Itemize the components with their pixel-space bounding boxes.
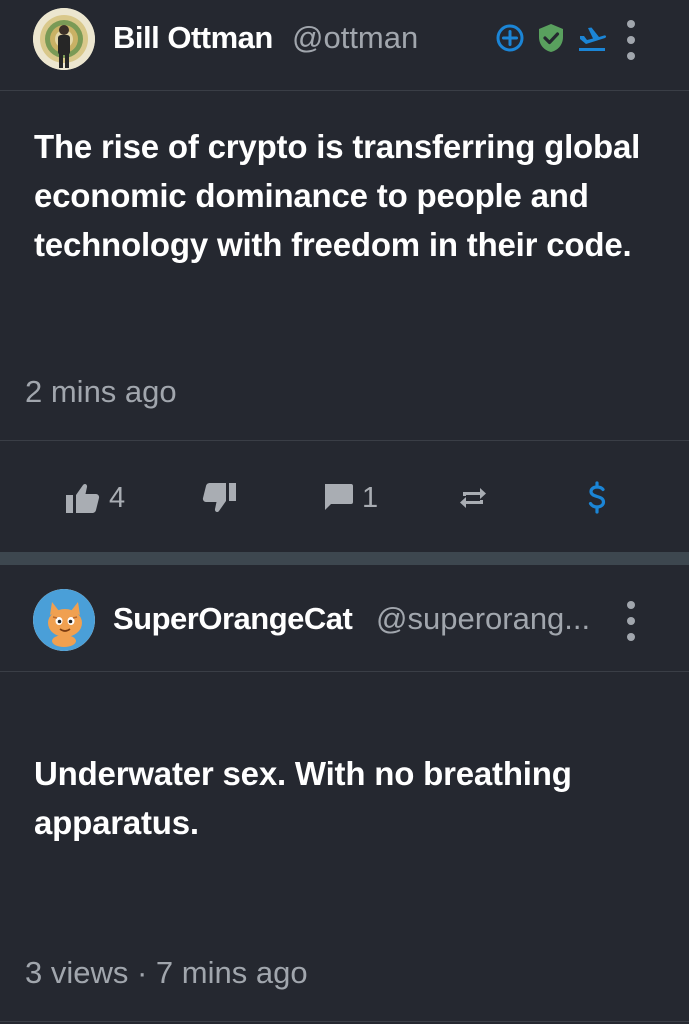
thumbs-up-icon — [66, 483, 100, 513]
comments-button[interactable]: 1 — [322, 481, 378, 515]
post-text[interactable]: Underwater sex. With no breathing appara… — [34, 749, 674, 847]
post-card: SuperOrangeCat @superorang... Underwater… — [0, 565, 689, 1024]
avatar-image — [33, 589, 95, 651]
remind-button[interactable] — [458, 481, 488, 515]
post-meta[interactable]: 3 views · 7 mins ago — [25, 955, 308, 991]
avatar-image — [33, 8, 95, 70]
post-timestamp[interactable]: 2 mins ago — [25, 374, 177, 410]
avatar[interactable] — [33, 589, 95, 651]
plus-circle-icon[interactable] — [494, 22, 526, 54]
post-header: SuperOrangeCat @superorang... — [0, 565, 689, 655]
verified-shield-icon[interactable] — [535, 22, 567, 54]
author-handle[interactable]: @ottman — [292, 20, 418, 56]
more-options-icon[interactable] — [620, 20, 642, 60]
post-separator — [0, 552, 689, 565]
repost-icon — [460, 488, 486, 508]
post-header: Bill Ottman @ottman — [0, 0, 689, 90]
thumbs-down-icon — [202, 483, 236, 513]
divider — [0, 1021, 689, 1022]
post-text[interactable]: The rise of crypto is transferring globa… — [34, 122, 674, 269]
author-name[interactable]: SuperOrangeCat — [113, 601, 353, 637]
more-options-icon[interactable] — [620, 601, 642, 641]
avatar[interactable] — [33, 8, 95, 70]
boost-plane-icon[interactable] — [576, 22, 608, 54]
dollar-icon — [588, 481, 606, 514]
post-card: Bill Ottman @ottman The rise of crypto i… — [0, 0, 689, 552]
author-name[interactable]: Bill Ottman — [113, 20, 273, 56]
action-bar: 4 1 — [0, 441, 689, 551]
upvote-button[interactable]: 4 — [65, 481, 125, 515]
divider — [0, 671, 689, 672]
upvote-count: 4 — [109, 481, 126, 514]
author-handle[interactable]: @superorang... — [376, 601, 602, 637]
comment-count: 1 — [362, 481, 379, 514]
divider — [0, 90, 689, 91]
tip-button[interactable] — [586, 481, 608, 515]
downvote-button[interactable] — [201, 481, 237, 515]
comment-icon — [325, 484, 353, 510]
